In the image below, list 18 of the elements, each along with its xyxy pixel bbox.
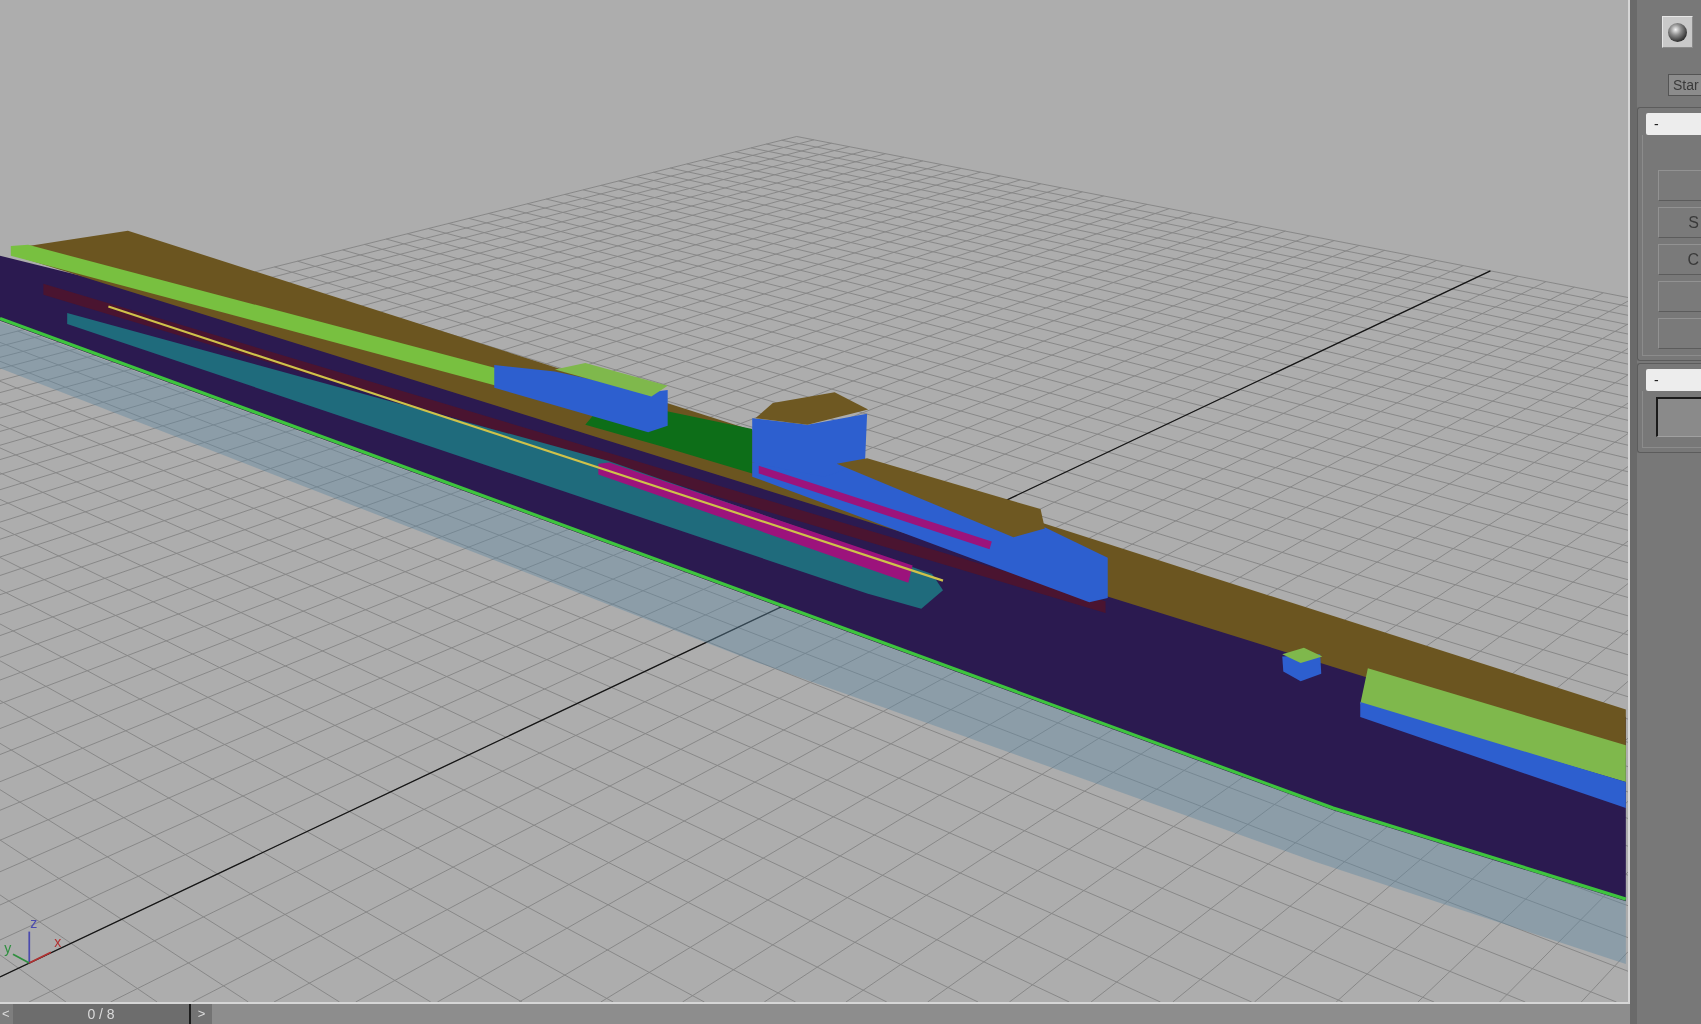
axis-label: x: [54, 933, 62, 950]
axis-label: z: [30, 915, 38, 932]
sphere-icon: [1668, 22, 1687, 42]
axis-tripod-icon: [12, 930, 52, 964]
panel-button[interactable]: [1658, 281, 1701, 312]
panel-button[interactable]: [1658, 318, 1701, 349]
previous-frame-button[interactable]: <: [0, 1004, 13, 1024]
rollout-header[interactable]: -: [1646, 369, 1701, 391]
next-frame-button[interactable]: >: [191, 1004, 212, 1024]
material-type-button[interactable]: Star: [1668, 74, 1701, 96]
material-sphere-button[interactable]: [1662, 16, 1693, 48]
panel-button[interactable]: [1658, 170, 1701, 201]
axis-label: y: [4, 940, 12, 957]
time-slider-thumb[interactable]: 0 / 8: [13, 1004, 191, 1024]
panel-button[interactable]: C: [1658, 244, 1701, 275]
panel-button[interactable]: S: [1658, 207, 1701, 238]
rollout-header[interactable]: -: [1646, 113, 1701, 135]
input-field[interactable]: [1656, 397, 1701, 437]
